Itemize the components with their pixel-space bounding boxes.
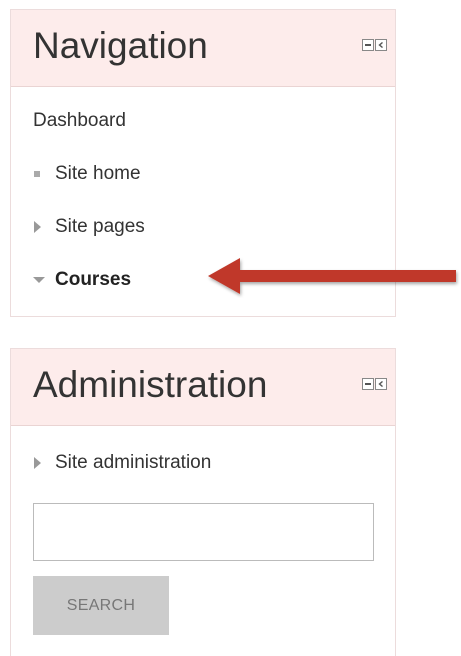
nav-item-site-home[interactable]: Site home — [33, 163, 141, 185]
nav-item-label: Courses — [55, 269, 132, 290]
nav-item-label: Dashboard — [33, 110, 126, 131]
navigation-block-controls — [362, 39, 387, 51]
hide-block-icon[interactable] — [362, 378, 374, 390]
bullet-square-icon — [33, 163, 45, 185]
navigation-block-title: Navigation — [33, 25, 208, 66]
admin-item-label: Site administration — [55, 452, 212, 473]
nav-item-site-pages[interactable]: Site pages — [33, 216, 145, 238]
nav-item-label: Site pages — [55, 216, 145, 237]
administration-block-controls — [362, 378, 387, 390]
admin-item-site-administration[interactable]: Site administration — [33, 452, 211, 474]
collapsed-arrow-icon[interactable] — [33, 452, 45, 474]
search-button[interactable]: SEARCH — [33, 576, 169, 635]
administration-block-title: Administration — [33, 364, 268, 405]
admin-search-input[interactable] — [33, 503, 374, 561]
dock-block-icon[interactable] — [375, 378, 387, 390]
expanded-arrow-icon[interactable] — [33, 269, 45, 291]
nav-item-dashboard[interactable]: Dashboard — [33, 110, 126, 132]
nav-item-label: Site home — [55, 163, 141, 184]
dock-block-icon[interactable] — [375, 39, 387, 51]
administration-block-header: Administration — [11, 349, 395, 426]
collapsed-arrow-icon[interactable] — [33, 216, 45, 238]
page: Navigation Dashboard Site home Site page… — [0, 0, 461, 656]
administration-block: Administration Site administration SEARC… — [10, 348, 396, 656]
hide-block-icon[interactable] — [362, 39, 374, 51]
navigation-block-header: Navigation — [11, 10, 395, 87]
nav-item-courses[interactable]: Courses — [33, 269, 131, 291]
red-arrow-icon — [208, 258, 456, 294]
